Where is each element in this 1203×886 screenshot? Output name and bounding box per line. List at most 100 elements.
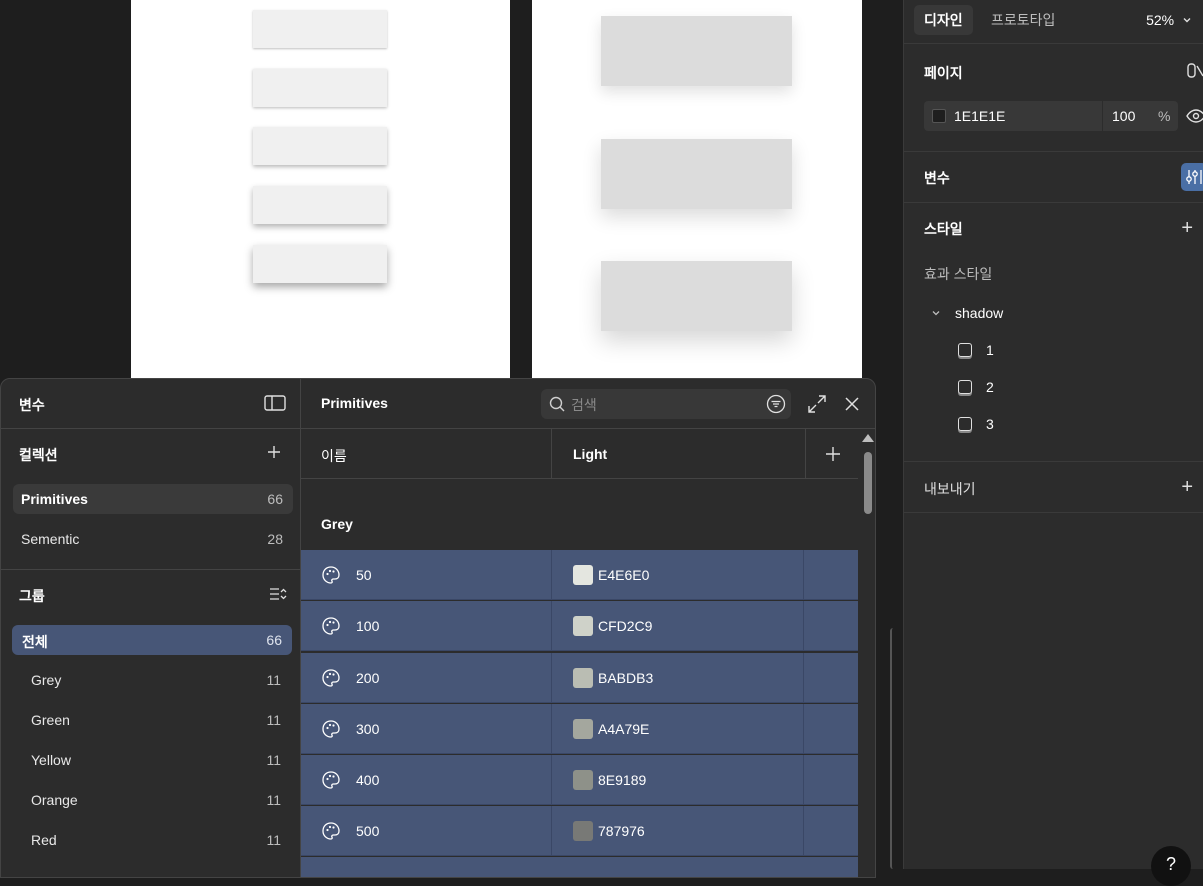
variable-value[interactable]: 8E9189 (598, 772, 646, 788)
group-item-all[interactable]: 전체 66 (12, 625, 292, 655)
page-section-title: 페이지 (924, 65, 963, 81)
variable-value[interactable]: BABDB3 (598, 670, 653, 686)
color-swatch[interactable] (573, 565, 593, 585)
collection-name: Primitives (21, 491, 88, 507)
help-button[interactable]: ? (1151, 846, 1191, 886)
variable-name: 50 (356, 567, 372, 583)
table-row[interactable]: 100 CFD2C9 (301, 601, 858, 651)
shadow-card[interactable] (253, 127, 387, 165)
group-name: Yellow (31, 752, 71, 768)
scrollbar-thumb[interactable] (864, 452, 872, 514)
open-variables-button[interactable] (1181, 163, 1203, 191)
close-icon[interactable] (844, 396, 860, 412)
collection-item-primitives[interactable]: Primitives 66 (13, 484, 293, 514)
divider (1, 569, 301, 570)
variable-value[interactable]: E4E6E0 (598, 567, 649, 583)
shadow-card[interactable] (253, 245, 387, 283)
table-row[interactable]: 300 A4A79E (301, 704, 858, 754)
palette-icon (322, 669, 340, 687)
canvas-scrollbar[interactable] (890, 628, 896, 869)
expand-icon[interactable] (807, 394, 827, 414)
table-row[interactable]: 50 E4E6E0 (301, 550, 858, 600)
collection-item-sementic[interactable]: Sementic 28 (13, 524, 293, 554)
chevron-down-icon[interactable] (931, 308, 941, 318)
table-row[interactable]: 200 BABDB3 (301, 653, 858, 703)
shadow-card[interactable] (601, 261, 792, 331)
column-header-name: 이름 (321, 448, 347, 464)
style-item[interactable]: 2 (958, 379, 994, 395)
shadow-card[interactable] (601, 16, 792, 86)
group-item-green[interactable]: Green 11 (13, 705, 293, 735)
shadow-card[interactable] (253, 69, 387, 107)
page-color-swatch[interactable] (932, 109, 946, 123)
color-swatch[interactable] (573, 616, 593, 636)
variable-value[interactable]: A4A79E (598, 721, 649, 737)
group-name: Grey (31, 672, 62, 688)
variables-table-area: Primitives 검색 이름 Light Grey 50 E4E6E0 10… (301, 379, 875, 877)
group-count: 11 (266, 712, 281, 728)
divider (904, 151, 1203, 152)
style-group-shadow[interactable]: shadow (955, 305, 1003, 321)
filter-icon[interactable] (766, 394, 786, 414)
palette-icon (322, 822, 340, 840)
style-item[interactable]: 3 (958, 416, 994, 432)
variable-value[interactable]: 787976 (598, 823, 645, 839)
cell-divider (803, 653, 804, 703)
shadow-card[interactable] (253, 186, 387, 224)
chevron-down-icon (1183, 18, 1191, 23)
eye-icon[interactable] (1186, 108, 1203, 124)
collapse-groups-icon[interactable] (269, 587, 287, 601)
hide-ui-icon[interactable] (1187, 62, 1203, 80)
table-row[interactable] (301, 857, 858, 877)
plus-icon: + (1181, 217, 1193, 239)
shadow-card[interactable] (253, 10, 387, 48)
group-item-grey[interactable]: Grey 11 (13, 665, 293, 695)
variables-sidebar: 변수 컬렉션 Primitives 66 Sementic 28 그룹 전체 6… (1, 379, 301, 877)
plus-icon: + (1181, 476, 1193, 498)
column-divider (551, 429, 552, 479)
search-input[interactable]: 검색 (541, 389, 791, 419)
group-heading: Grey (321, 516, 353, 532)
group-item-red[interactable]: Red 11 (13, 825, 293, 855)
variable-value[interactable]: CFD2C9 (598, 618, 652, 634)
color-swatch[interactable] (573, 719, 593, 739)
page-opacity-value[interactable]: 100 (1112, 108, 1135, 124)
panel-tabs: 디자인 프로토타입 52% (904, 0, 1203, 44)
zoom-level: 52% (1146, 12, 1175, 28)
table-row[interactable]: 500 787976 (301, 806, 858, 856)
drop-shadow-icon (958, 380, 972, 394)
add-export-button[interactable]: + (1181, 477, 1193, 497)
frame-shadow-cards-small[interactable] (131, 0, 510, 400)
variable-name: 500 (356, 823, 380, 839)
shadow-card[interactable] (601, 139, 792, 209)
toggle-sidebar-icon[interactable] (264, 394, 286, 412)
modal-title: 변수 (19, 397, 45, 413)
table-row[interactable]: 400 8E9189 (301, 755, 858, 805)
drop-shadow-icon (958, 417, 972, 431)
cell-divider (803, 755, 804, 805)
color-swatch[interactable] (573, 770, 593, 790)
zoom-dropdown[interactable]: 52% (1146, 12, 1192, 28)
tab-prototype[interactable]: 프로토타입 (981, 5, 1065, 35)
group-name: Green (31, 712, 70, 728)
scroll-up-arrow-icon[interactable] (862, 434, 874, 442)
collection-count: 28 (267, 531, 283, 547)
page-color-hex[interactable]: 1E1E1E (954, 108, 1005, 124)
color-swatch[interactable] (573, 668, 593, 688)
add-style-button[interactable]: + (1181, 218, 1193, 238)
column-header-mode[interactable]: Light (573, 446, 607, 462)
field-divider (1102, 101, 1103, 131)
page-color-field[interactable]: 1E1E1E 100 % (924, 101, 1178, 131)
collection-title: Primitives (321, 395, 388, 411)
color-swatch[interactable] (573, 821, 593, 841)
add-mode-icon[interactable] (825, 446, 841, 462)
frame-shadow-cards-large[interactable] (532, 0, 862, 400)
modal-header: 변수 (1, 379, 301, 429)
add-collection-icon[interactable] (267, 445, 281, 459)
table-header-bar: Primitives 검색 (301, 379, 875, 429)
group-count: 11 (266, 792, 281, 808)
tab-design[interactable]: 디자인 (914, 5, 973, 35)
style-item[interactable]: 1 (958, 342, 994, 358)
group-item-yellow[interactable]: Yellow 11 (13, 745, 293, 775)
group-item-orange[interactable]: Orange 11 (13, 785, 293, 815)
